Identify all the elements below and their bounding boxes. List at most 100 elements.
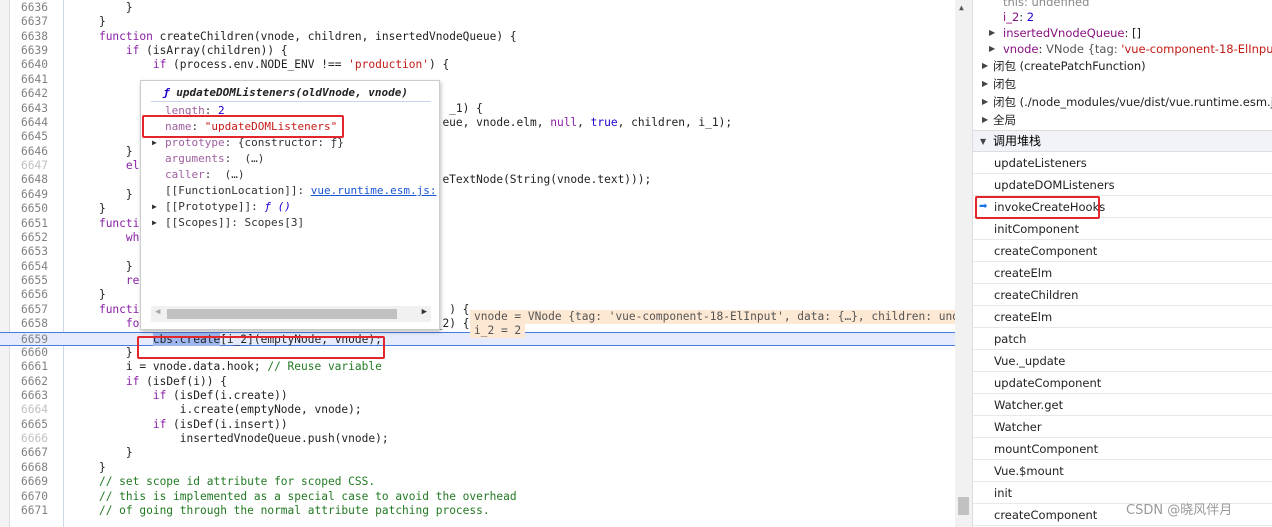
- expand-triangle-icon: ▶: [152, 218, 157, 227]
- line-number[interactable]: 6663: [10, 389, 48, 403]
- callstack-frame[interactable]: mountComponent: [973, 438, 1272, 460]
- source-editor[interactable]: 6635 }6636 }6637 }6638 function createCh…: [0, 0, 955, 527]
- callstack-header[interactable]: ▼ 调用堆栈: [973, 130, 1272, 152]
- frame-name: updateComponent: [994, 376, 1102, 390]
- line-number[interactable]: 6653: [10, 245, 48, 259]
- code-line[interactable]: 6666 insertedVnodeQueue.push(vnode);: [0, 432, 955, 446]
- line-number[interactable]: 6654: [10, 260, 48, 274]
- line-number[interactable]: 6647: [10, 159, 48, 173]
- scope-global[interactable]: ▶ 全局: [982, 111, 1016, 129]
- code-line[interactable]: 6661 i = vnode.data.hook; // Reuse varia…: [0, 360, 955, 374]
- callstack-frame[interactable]: Watcher.get: [973, 394, 1272, 416]
- scope-var-vnode[interactable]: ▶ vnode: VNode {tag: 'vue-component-18-El…: [989, 40, 1272, 58]
- callstack-frame[interactable]: createElm: [973, 306, 1272, 328]
- prop-caller[interactable]: caller: (…): [165, 167, 245, 183]
- code-line[interactable]: 6669 // set scope id attribute for scope…: [0, 475, 955, 489]
- scope-closure-vue-runtime[interactable]: ▶ 闭包 (./node_modules/vue/dist/vue.runtime…: [982, 93, 1272, 111]
- scope-closure-createPatchFunction[interactable]: ▶ 闭包 (createPatchFunction): [982, 57, 1146, 75]
- frame-name: createElm: [994, 310, 1053, 324]
- line-number[interactable]: 6641: [10, 73, 48, 87]
- code-line[interactable]: 6636 }: [0, 1, 955, 15]
- code-line[interactable]: 6637 }: [0, 15, 955, 29]
- line-number[interactable]: 6666: [10, 432, 48, 446]
- line-number[interactable]: 6644: [10, 116, 48, 130]
- code-text: }: [72, 345, 133, 359]
- line-number[interactable]: 6664: [10, 403, 48, 417]
- code-line[interactable]: 6670 // this is implemented as a special…: [0, 490, 955, 504]
- line-number[interactable]: 6643: [10, 102, 48, 116]
- function-location-link[interactable]: vue.runtime.esm.js:: [311, 184, 437, 197]
- code-text: }: [72, 144, 133, 158]
- scroll-thumb[interactable]: [167, 309, 397, 319]
- line-number[interactable]: 6655: [10, 274, 48, 288]
- callstack-frame[interactable]: updateDOMListeners: [973, 174, 1272, 196]
- line-number[interactable]: 6646: [10, 145, 48, 159]
- code-text: }: [72, 15, 106, 29]
- code-text: }: [72, 1, 133, 14]
- code-line[interactable]: 6639 if (isArray(children)) {: [0, 44, 955, 58]
- expand-triangle-icon: ▶: [982, 79, 989, 88]
- line-number[interactable]: 6645: [10, 130, 48, 144]
- scroll-thumb[interactable]: [958, 497, 969, 515]
- line-number[interactable]: 6668: [10, 461, 48, 475]
- line-number[interactable]: 6652: [10, 231, 48, 245]
- code-text: if (isArray(children)) {: [125, 44, 288, 58]
- callstack-frame[interactable]: patch: [973, 328, 1272, 350]
- callstack-frame[interactable]: Vue._update: [973, 350, 1272, 372]
- code-line[interactable]: 6640 if (process.env.NODE_ENV !== 'produ…: [0, 58, 955, 72]
- code-text: els: [125, 159, 147, 173]
- debugger-sidebar: this: undefined i_2: 2 ▶ insertedVnodeQue…: [972, 0, 1272, 527]
- code-text: }: [72, 202, 106, 216]
- callstack-frame[interactable]: Vue.$mount: [973, 460, 1272, 482]
- line-number[interactable]: 6661: [10, 360, 48, 374]
- callstack-frame[interactable]: updateListeners: [973, 152, 1272, 174]
- line-number[interactable]: 6662: [10, 375, 48, 389]
- prop-scopes[interactable]: ▶ [[Scopes]]: Scopes[3]: [152, 215, 304, 231]
- code-line[interactable]: 6668 }: [0, 461, 955, 475]
- frame-name: init: [994, 486, 1013, 500]
- line-number[interactable]: 6659: [10, 333, 48, 347]
- line-number[interactable]: 6649: [10, 188, 48, 202]
- line-number[interactable]: 6638: [10, 30, 48, 44]
- code-line[interactable]: 6671 // of going through the normal attr…: [0, 504, 955, 518]
- line-number[interactable]: 6651: [10, 217, 48, 231]
- line-number[interactable]: 6671: [10, 504, 48, 518]
- callstack-frame[interactable]: createElm: [973, 262, 1272, 284]
- line-number[interactable]: 6636: [10, 1, 48, 15]
- prop-arguments[interactable]: arguments: (…): [165, 151, 264, 167]
- callstack-frame[interactable]: updateComponent: [973, 372, 1272, 394]
- code-line[interactable]: 6665 if (isDef(i.insert)): [0, 418, 955, 432]
- code-line[interactable]: 6638 function createChildren(vnode, chil…: [0, 30, 955, 44]
- frame-name: Vue._update: [994, 354, 1066, 368]
- code-text: // of going through the normal attribute…: [98, 503, 490, 517]
- frame-name: mountComponent: [994, 442, 1099, 456]
- line-number[interactable]: 6660: [10, 346, 48, 360]
- callstack-frame[interactable]: createChildren: [973, 284, 1272, 306]
- line-number[interactable]: 6648: [10, 173, 48, 187]
- line-number[interactable]: 6637: [10, 15, 48, 29]
- callstack-frame[interactable]: createComponent: [973, 240, 1272, 262]
- line-number[interactable]: 6669: [10, 475, 48, 489]
- code-line[interactable]: 6664 i.create(emptyNode, vnode);: [0, 403, 955, 417]
- line-number[interactable]: 6657: [10, 303, 48, 317]
- line-number[interactable]: 6639: [10, 44, 48, 58]
- line-number[interactable]: 6670: [10, 490, 48, 504]
- line-number[interactable]: 6658: [10, 317, 48, 331]
- code-text: // set scope id attribute for scoped CSS…: [98, 475, 376, 489]
- code-line[interactable]: 6663 if (isDef(i.create)): [0, 389, 955, 403]
- prop-prototype-internal[interactable]: ▶ [[Prototype]]: ƒ (): [152, 199, 291, 215]
- line-number[interactable]: 6667: [10, 446, 48, 460]
- scope-closure[interactable]: ▶ 闭包: [982, 75, 1016, 93]
- line-number[interactable]: 6665: [10, 418, 48, 432]
- frame-name: updateListeners: [994, 156, 1087, 170]
- callstack-frame[interactable]: Watcher: [973, 416, 1272, 438]
- line-number[interactable]: 6640: [10, 58, 48, 72]
- editor-vertical-scrollbar[interactable]: ▲: [955, 0, 972, 527]
- callstack-frame[interactable]: initComponent: [973, 218, 1272, 240]
- popover-horizontal-scrollbar[interactable]: ◀ ▶: [151, 306, 431, 322]
- line-number[interactable]: 6650: [10, 202, 48, 216]
- line-number[interactable]: 6656: [10, 288, 48, 302]
- code-line[interactable]: 6662 if (isDef(i)) {: [0, 375, 955, 389]
- code-line[interactable]: 6667 }: [0, 446, 955, 460]
- line-number[interactable]: 6642: [10, 87, 48, 101]
